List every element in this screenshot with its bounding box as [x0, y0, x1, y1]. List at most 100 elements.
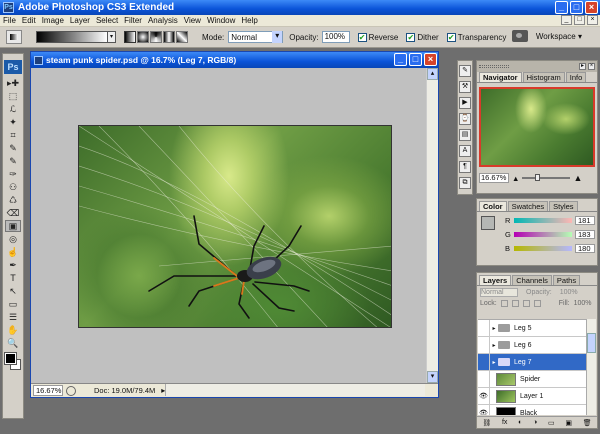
layer-group-row[interactable]: ▸ Leg 6	[478, 337, 588, 354]
eyedropper-tool-icon[interactable]: ✎	[5, 142, 21, 154]
brush-tool-icon[interactable]: ✑	[5, 168, 21, 180]
eraser-tool-icon[interactable]: ⌫	[5, 207, 21, 219]
expand-triangle-icon[interactable]: ▸	[490, 342, 498, 349]
horizontal-scrollbar[interactable]	[165, 384, 425, 396]
menu-select[interactable]: Select	[93, 16, 121, 25]
tab-styles[interactable]: Styles	[549, 201, 578, 211]
layer-row[interactable]: 👁 Black	[478, 405, 588, 415]
panel-header[interactable]: ▸ ×	[477, 61, 597, 72]
lock-all-icon[interactable]	[533, 300, 541, 307]
zoom-field[interactable]: 16.67%	[33, 385, 63, 396]
doc-minimize-button[interactable]: _	[561, 15, 572, 25]
lasso-tool-icon[interactable]: ℒ	[5, 103, 21, 115]
tab-info[interactable]: Info	[565, 72, 587, 82]
tab-channels[interactable]: Channels	[512, 275, 552, 285]
marquee-tool-icon[interactable]: ⬚	[5, 90, 21, 102]
zoom-tool-icon[interactable]: 🔍	[5, 337, 21, 349]
notes-tool-icon[interactable]: ☰	[5, 311, 21, 323]
fx-icon[interactable]: fx	[502, 419, 507, 426]
blur-tool-icon[interactable]: ◎	[5, 233, 21, 245]
bridge-icon[interactable]	[511, 30, 528, 42]
magic-wand-tool-icon[interactable]: ✦	[5, 116, 21, 128]
layer-group-row[interactable]: ▸ Leg 5	[478, 320, 588, 337]
tool-presets-panel-icon[interactable]: ⚒	[459, 81, 471, 93]
doc-close-button[interactable]: ×	[587, 15, 598, 25]
doc-window-close-button[interactable]: ×	[424, 53, 437, 66]
trash-icon[interactable]: 🗑	[583, 419, 592, 427]
visibility-eye-icon[interactable]	[478, 354, 490, 370]
maximize-button[interactable]: □	[570, 1, 583, 14]
character-panel-icon[interactable]: A	[459, 145, 471, 157]
radial-gradient-button[interactable]	[137, 31, 149, 43]
actions-panel-icon[interactable]: ▶	[459, 97, 471, 109]
new-group-icon[interactable]: ▭	[548, 419, 555, 427]
blend-mode-select[interactable]: Normal	[480, 287, 518, 297]
type-tool-icon[interactable]: T	[5, 272, 21, 284]
history-brush-tool-icon[interactable]: ♺	[5, 194, 21, 206]
zoom-out-icon[interactable]: ▲	[512, 174, 519, 183]
blue-value-field[interactable]: 180	[575, 244, 595, 253]
visibility-eye-icon[interactable]	[478, 337, 490, 353]
path-selection-tool-icon[interactable]: ↖	[5, 285, 21, 297]
brushes-panel-icon[interactable]: ✎	[459, 65, 471, 77]
menu-filter[interactable]: Filter	[121, 16, 145, 25]
navigator-zoom-slider[interactable]	[522, 174, 571, 181]
mode-select[interactable]: Normal	[228, 31, 284, 43]
zoom-slider-knob[interactable]	[535, 174, 541, 181]
linear-gradient-button[interactable]	[124, 31, 136, 43]
reverse-checkbox[interactable]: ✔ Reverse	[357, 32, 398, 42]
blue-slider[interactable]	[514, 246, 572, 251]
minimize-button[interactable]: _	[555, 1, 568, 14]
tab-swatches[interactable]: Swatches	[507, 201, 549, 211]
workspace-menu[interactable]: Workspace ▾	[536, 32, 582, 41]
menu-edit[interactable]: Edit	[19, 16, 39, 25]
menu-layer[interactable]: Layer	[67, 16, 93, 25]
tab-navigator[interactable]: Navigator	[479, 72, 522, 82]
lock-pixels-icon[interactable]	[511, 300, 519, 307]
link-layers-icon[interactable]: ⛓	[482, 419, 491, 427]
visibility-eye-icon[interactable]	[478, 320, 490, 336]
scroll-up-arrow[interactable]: ▴	[427, 68, 438, 80]
layer-group-row[interactable]: ▸ Leg 7	[478, 354, 588, 371]
gradient-tool-icon[interactable]: ▣	[5, 220, 21, 232]
dodge-tool-icon[interactable]: ☝	[5, 246, 21, 258]
paragraph-panel-icon[interactable]: ¶	[459, 161, 471, 173]
new-layer-icon[interactable]: ▣	[565, 419, 572, 427]
navigator-thumbnail[interactable]	[479, 87, 595, 167]
expand-triangle-icon[interactable]: ▸	[490, 325, 498, 332]
fill-value[interactable]: 100%	[574, 300, 592, 307]
reflected-gradient-button[interactable]	[163, 31, 175, 43]
canvas-area[interactable]	[34, 71, 425, 383]
clone-stamp-tool-icon[interactable]: ⚇	[5, 181, 21, 193]
gradient-picker-arrow[interactable]: ▾	[108, 31, 116, 43]
tab-paths[interactable]: Paths	[552, 275, 581, 285]
tab-histogram[interactable]: Histogram	[522, 72, 565, 82]
healing-brush-tool-icon[interactable]: ✎	[5, 155, 21, 167]
red-value-field[interactable]: 181	[575, 216, 595, 225]
vertical-scrollbar[interactable]: ▴ ▾	[426, 68, 438, 383]
photoshop-logo[interactable]: Ps	[4, 60, 22, 74]
menu-file[interactable]: File	[0, 16, 19, 25]
hand-tool-icon[interactable]: ✋	[5, 324, 21, 336]
move-tool-icon[interactable]: ▸✚	[5, 77, 21, 89]
transparency-checkbox[interactable]: ✔ Transparency	[446, 32, 506, 42]
shape-tool-icon[interactable]: ▭	[5, 298, 21, 310]
visibility-eye-icon[interactable]	[478, 371, 490, 387]
menu-analysis[interactable]: Analysis	[145, 16, 181, 25]
doc-restore-button[interactable]: □	[574, 15, 585, 25]
menu-help[interactable]: Help	[238, 16, 260, 25]
expand-triangle-icon[interactable]: ▸	[490, 359, 498, 366]
zoom-in-icon[interactable]: ▲	[573, 173, 582, 183]
lock-transparency-icon[interactable]	[500, 300, 508, 307]
layer-row[interactable]: Spider	[478, 371, 588, 388]
adjustment-layer-icon[interactable]: ◑	[533, 419, 537, 426]
red-slider[interactable]	[514, 218, 572, 223]
status-info-icon[interactable]	[66, 385, 76, 396]
clone-source-panel-icon[interactable]: ⧉	[459, 177, 471, 189]
mask-icon[interactable]: ◐	[518, 419, 522, 426]
opacity-field[interactable]: 100%	[321, 31, 350, 43]
green-value-field[interactable]: 183	[575, 230, 595, 239]
navigator-zoom-field[interactable]: 16.67%	[479, 173, 509, 183]
layer-row[interactable]: 👁 Layer 1	[478, 388, 588, 405]
doc-window-minimize-button[interactable]: _	[394, 53, 407, 66]
